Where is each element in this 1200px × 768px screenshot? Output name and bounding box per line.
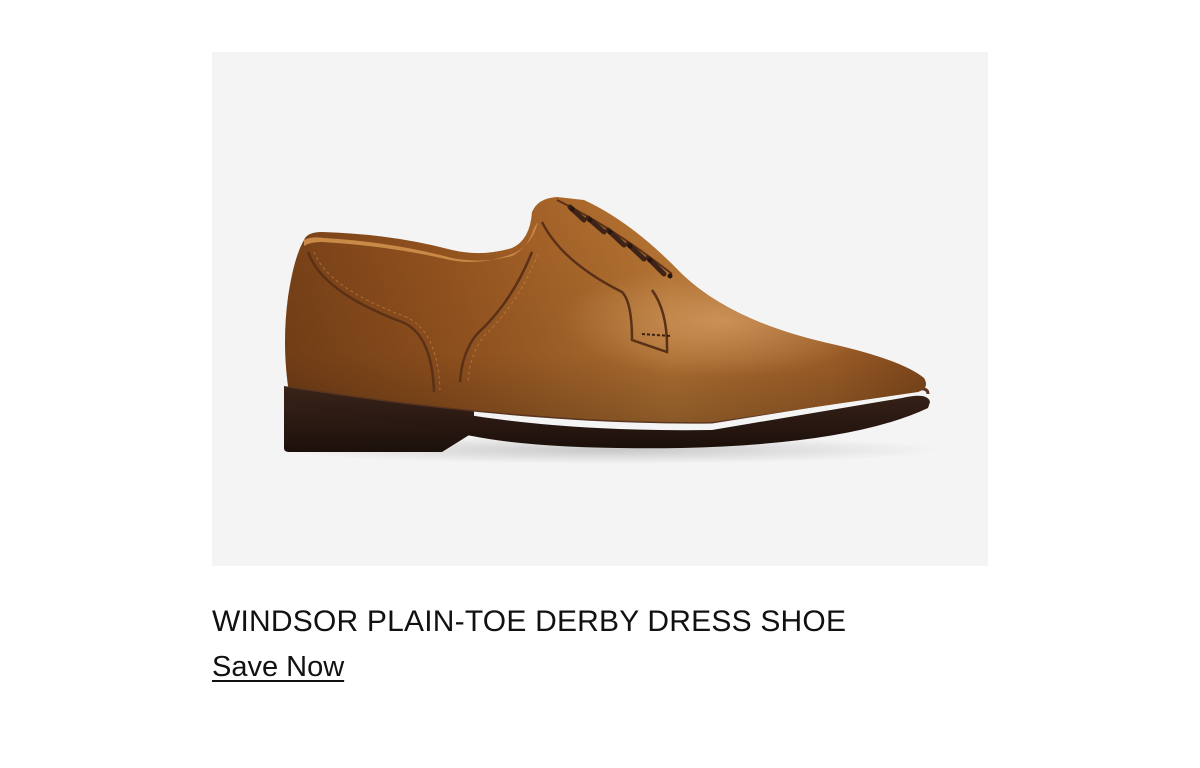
product-card[interactable]: WINDSOR PLAIN-TOE DERBY DRESS SHOE Save … <box>212 52 988 684</box>
product-image[interactable] <box>212 52 988 566</box>
save-now-link[interactable]: Save Now <box>212 650 344 684</box>
product-title[interactable]: WINDSOR PLAIN-TOE DERBY DRESS SHOE <box>212 604 988 640</box>
derby-shoe-illustration <box>282 197 942 464</box>
